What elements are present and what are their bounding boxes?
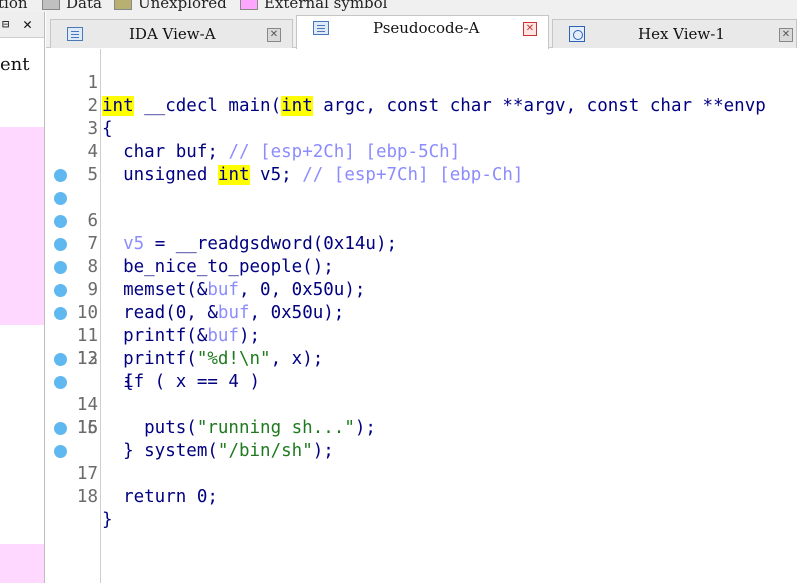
tab-pseudocode-a[interactable]: Pseudocode-A ✕ [296,15,549,49]
breakpoint-dot-icon[interactable] [54,215,67,228]
breakpoint-dot-icon[interactable] [54,261,67,274]
legend-label-unexplored: Unexplored [138,0,227,12]
legend-swatch-unexplored [114,0,132,10]
breakpoint-dot-icon[interactable] [54,445,67,458]
close-icon[interactable]: ✕ [23,15,32,33]
code-line[interactable]: 9 read(0, &buf, 0x50u); [46,233,797,323]
breakpoint-dot-icon[interactable] [54,284,67,297]
breakpoint-dot-icon[interactable] [54,422,67,435]
panel-header: ⊟ ✕ [0,12,44,38]
hex-view-icon [569,26,585,42]
tab-label: Pseudocode-A [373,19,480,37]
code-line[interactable]: 18 } [46,440,797,530]
code-line[interactable]: 7 be_nice_to_people(); [46,187,797,277]
breakpoint-dot-icon[interactable] [54,169,67,182]
legend-swatch-external [240,0,258,10]
breakpoint-dot-icon[interactable] [54,376,67,389]
code-line[interactable]: 10 printf(&buf); [46,256,797,346]
legend-swatch-data [42,0,60,10]
panel-highlight-block [0,127,44,325]
tab-bar: IDA View-A ✕ Pseudocode-A ✕ Hex View-1 ✕ [46,12,797,49]
code-line[interactable]: 13 { [46,325,797,392]
breakpoint-dot-icon[interactable] [54,192,67,205]
breakpoint-dot-icon[interactable] [54,238,67,251]
code-line[interactable]: 2 { [46,72,797,139]
pin-icon[interactable]: ⊟ [2,17,9,31]
breakpoint-dot-icon[interactable] [54,307,67,320]
legend-label-function: tion [0,0,28,12]
code-line[interactable]: 1 int __cdecl main(int argc, const char … [46,49,797,116]
legend-label-external: External symbol [264,0,388,12]
tab-label: IDA View-A [129,25,216,43]
pseudocode-icon [313,21,329,35]
panel-text: ent [0,54,30,75]
line-number: 18 [76,487,98,507]
pseudocode-view[interactable]: 1 int __cdecl main(int argc, const char … [46,49,797,583]
code-line[interactable]: 12 if ( x == 4 ) [46,302,797,392]
code-line[interactable]: 5 [46,141,797,185]
tab-close-icon[interactable]: ✕ [267,28,281,42]
code-line[interactable]: 17 return 0; [46,417,797,507]
code-line[interactable]: 8 memset(&buf, 0, 0x50u); [46,210,797,300]
code-line[interactable]: 3 char buf; // [esp+2Ch] [ebp-5Ch] [46,95,797,162]
legend-label-data: Data [66,0,102,12]
code-text[interactable]: } [102,509,113,532]
tab-ida-view-a[interactable]: IDA View-A ✕ [50,19,293,48]
tab-label: Hex View-1 [638,25,725,43]
tab-close-icon[interactable]: ✕ [523,22,537,36]
code-line[interactable]: 14 puts("running sh..."); [46,348,797,438]
color-legend: tion Data Unexplored External symbol [0,0,797,12]
panel-highlight-block [0,544,44,583]
tab-close-icon[interactable]: ✕ [779,28,793,42]
code-line[interactable]: 16 } [46,394,797,461]
code-line[interactable]: 15 system("/bin/sh"); [46,371,797,461]
code-token: return 0; [102,487,218,507]
code-token: } [102,510,113,530]
tab-hex-view-1[interactable]: Hex View-1 ✕ [552,19,797,48]
functions-panel: ⊟ ✕ ent [0,12,45,583]
breakpoint-dot-icon[interactable] [54,353,67,366]
code-line[interactable]: 4 unsigned int v5; // [esp+7Ch] [ebp-Ch] [46,118,797,185]
code-text[interactable]: return 0; [102,486,218,509]
code-line[interactable]: 6 v5 = __readgsdword(0x14u); [46,164,797,254]
code-line[interactable]: 11 printf("%d!\n", x); [46,279,797,369]
ida-view-icon [67,27,83,41]
